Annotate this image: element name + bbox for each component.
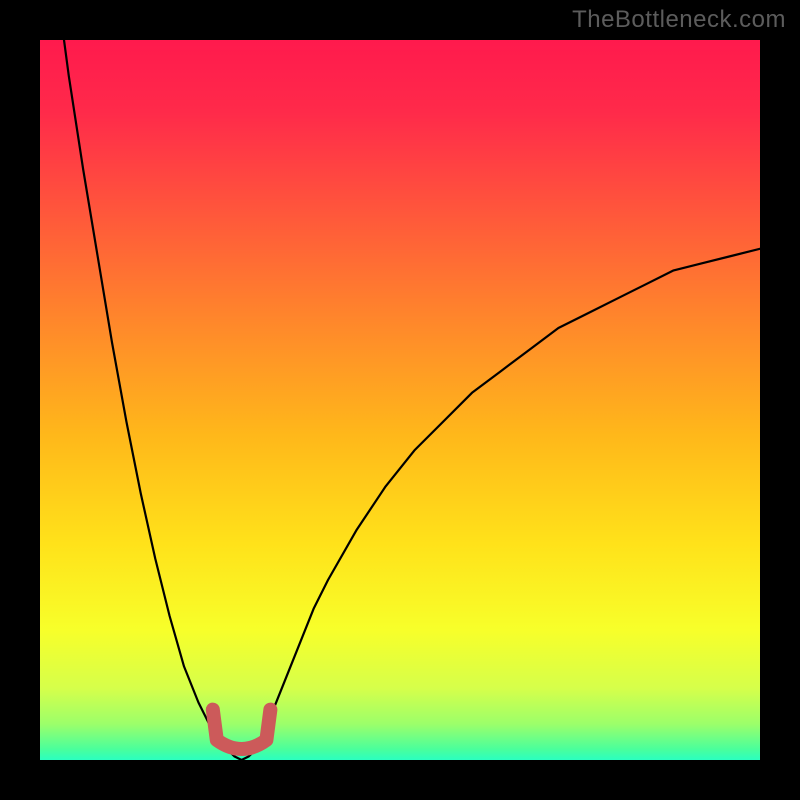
- optimal-range-highlight: [213, 710, 271, 749]
- bottleneck-curve: [40, 40, 760, 760]
- watermark-text: TheBottleneck.com: [572, 6, 786, 34]
- curve-path: [40, 40, 760, 760]
- chart-frame: TheBottleneck.com: [0, 0, 800, 800]
- plot-area: [40, 40, 760, 760]
